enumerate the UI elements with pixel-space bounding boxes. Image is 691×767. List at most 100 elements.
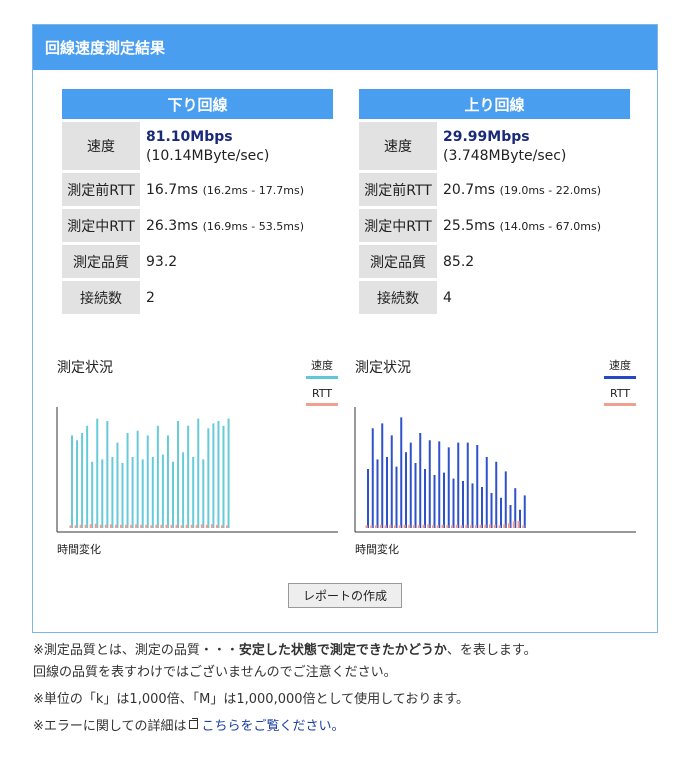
rtt-during-value: 25.5ms	[443, 217, 496, 234]
speed-cell: 29.99Mbps (3.748MByte/sec)	[437, 122, 630, 170]
speed-bytes: (3.748MByte/sec)	[443, 147, 567, 164]
upload-speed-chart	[354, 407, 636, 533]
legend-rtt-label: RTT	[311, 387, 333, 400]
external-link-icon	[188, 718, 198, 729]
legend-rtt-label: RTT	[609, 387, 631, 400]
legend-speed-label: 速度	[609, 359, 631, 372]
rtt-bar	[470, 525, 473, 528]
rtt-bar	[484, 524, 487, 528]
rtt-bar	[384, 525, 387, 528]
speed-value: 81.10Mbps	[146, 128, 233, 145]
upload-title: 上り回線	[359, 89, 630, 119]
rtt-bar	[489, 524, 492, 528]
create-report-button[interactable]: レポートの作成	[288, 583, 402, 608]
legend-speed: 速度	[604, 357, 636, 379]
rtt-bar	[422, 524, 425, 528]
rtt-bar	[210, 524, 214, 528]
legend-speed-swatch	[306, 376, 338, 379]
table-row: 接続数 4	[359, 281, 630, 314]
rtt-bar	[94, 523, 97, 528]
rtt-bar	[503, 524, 506, 528]
speed-label: 速度	[359, 122, 437, 170]
quality-label: 測定品質	[62, 245, 140, 278]
rtt-bar	[394, 525, 397, 528]
rtt-bar	[493, 524, 496, 528]
rtt-bar	[417, 525, 420, 528]
rtt-bar	[512, 521, 515, 528]
download-speed-chart	[56, 407, 338, 533]
upload-column: 上り回線 速度 29.99Mbps (3.748MByte/sec) 測定前RT…	[359, 89, 630, 317]
rtt-bar	[74, 525, 77, 528]
rtt-bar	[465, 524, 468, 528]
rtt-bar	[175, 524, 178, 528]
note-error: ※エラーに関しての詳細は こちらをご覧ください。	[33, 716, 673, 738]
rtt-bar	[389, 524, 392, 528]
rtt-bar	[517, 520, 520, 528]
rtt-bar	[200, 524, 203, 528]
note-quality-emphasis: 安定した状態で測定できたかどうか	[238, 643, 447, 658]
rtt-bar	[104, 524, 108, 528]
rtt-before-range: (19.0ms - 22.0ms)	[499, 183, 601, 197]
rtt-bar	[215, 524, 219, 528]
table-row: 測定中RTT 26.3ms (16.9ms - 53.5ms)	[62, 209, 333, 242]
connections-label: 接続数	[359, 281, 437, 314]
rtt-bar	[185, 524, 188, 528]
x-axis-label: 時間変化	[57, 543, 101, 556]
rtt-bar	[69, 525, 72, 528]
rtt-bar	[170, 524, 173, 528]
rtt-bar	[89, 524, 92, 528]
rtt-before-value: 20.7ms	[443, 181, 496, 198]
rtt-bar	[427, 524, 430, 528]
rtt-bar	[190, 524, 193, 528]
table-row: 速度 81.10Mbps (10.14MByte/sec)	[62, 122, 333, 170]
graph-legend: 速度 RTT	[604, 357, 636, 414]
rtt-bar	[125, 524, 128, 528]
upload-graph: 測定状況 速度 RTT 時間変化	[353, 351, 638, 557]
rtt-bar	[135, 524, 138, 528]
table-row: 測定前RTT 16.7ms (16.2ms - 17.7ms)	[62, 173, 333, 206]
legend-rtt-swatch	[604, 403, 636, 406]
speed-bytes: (10.14MByte/sec)	[146, 147, 270, 164]
quality-value: 93.2	[146, 253, 178, 270]
legend-rtt: RTT	[604, 387, 636, 406]
rtt-bar	[413, 525, 416, 528]
rtt-bar	[432, 525, 435, 528]
speed-label: 速度	[62, 122, 140, 170]
quality-label: 測定品質	[359, 245, 437, 278]
rtt-bar	[155, 524, 158, 528]
rtt-bar	[195, 524, 198, 528]
rtt-bar	[455, 524, 458, 528]
x-axis-label: 時間変化	[355, 543, 399, 556]
rtt-bar	[498, 525, 501, 528]
rtt-bar	[474, 525, 477, 528]
note-disclaimer: 回線の品質を表すわけではございませんのでご注意ください。	[33, 665, 397, 680]
connections-value: 4	[443, 289, 452, 306]
graph-legend: 速度 RTT	[306, 357, 338, 414]
speed-cell: 81.10Mbps (10.14MByte/sec)	[140, 122, 333, 170]
quality-value: 85.2	[443, 253, 475, 270]
rtt-before-cell: 16.7ms (16.2ms - 17.7ms)	[140, 173, 333, 206]
rtt-bar	[84, 524, 87, 528]
rtt-during-value: 26.3ms	[146, 217, 199, 234]
speed-value: 29.99Mbps	[443, 128, 530, 145]
notes-section: ※測定品質とは、測定の品質・・・安定した状態で測定できたかどうか、を表します。 …	[33, 640, 673, 738]
rtt-bar	[446, 525, 449, 528]
table-row: 測定中RTT 25.5ms (14.0ms - 67.0ms)	[359, 209, 630, 242]
rtt-bar	[114, 524, 118, 528]
rtt-bar	[451, 525, 454, 528]
note-error-text: ※エラーに関しての詳細は	[33, 719, 187, 734]
note-quality: ※測定品質とは、測定の品質・・・安定した状態で測定できたかどうか、を表します。	[33, 640, 673, 662]
upload-metrics-table: 速度 29.99Mbps (3.748MByte/sec) 測定前RTT 20.…	[359, 119, 630, 317]
legend-speed-swatch	[604, 376, 636, 379]
rtt-bar	[460, 525, 463, 528]
note-quality-tail: 、を表します。	[446, 643, 537, 658]
table-row: 速度 29.99Mbps (3.748MByte/sec)	[359, 122, 630, 170]
rtt-bar	[99, 524, 102, 528]
error-details-link[interactable]: こちらをご覧ください。	[202, 719, 345, 734]
rtt-bar	[109, 524, 113, 528]
rtt-bar	[479, 524, 482, 528]
rtt-bar	[522, 525, 525, 528]
rtt-bar	[130, 524, 133, 528]
rtt-before-value: 16.7ms	[146, 181, 199, 198]
rtt-bar	[145, 524, 148, 528]
